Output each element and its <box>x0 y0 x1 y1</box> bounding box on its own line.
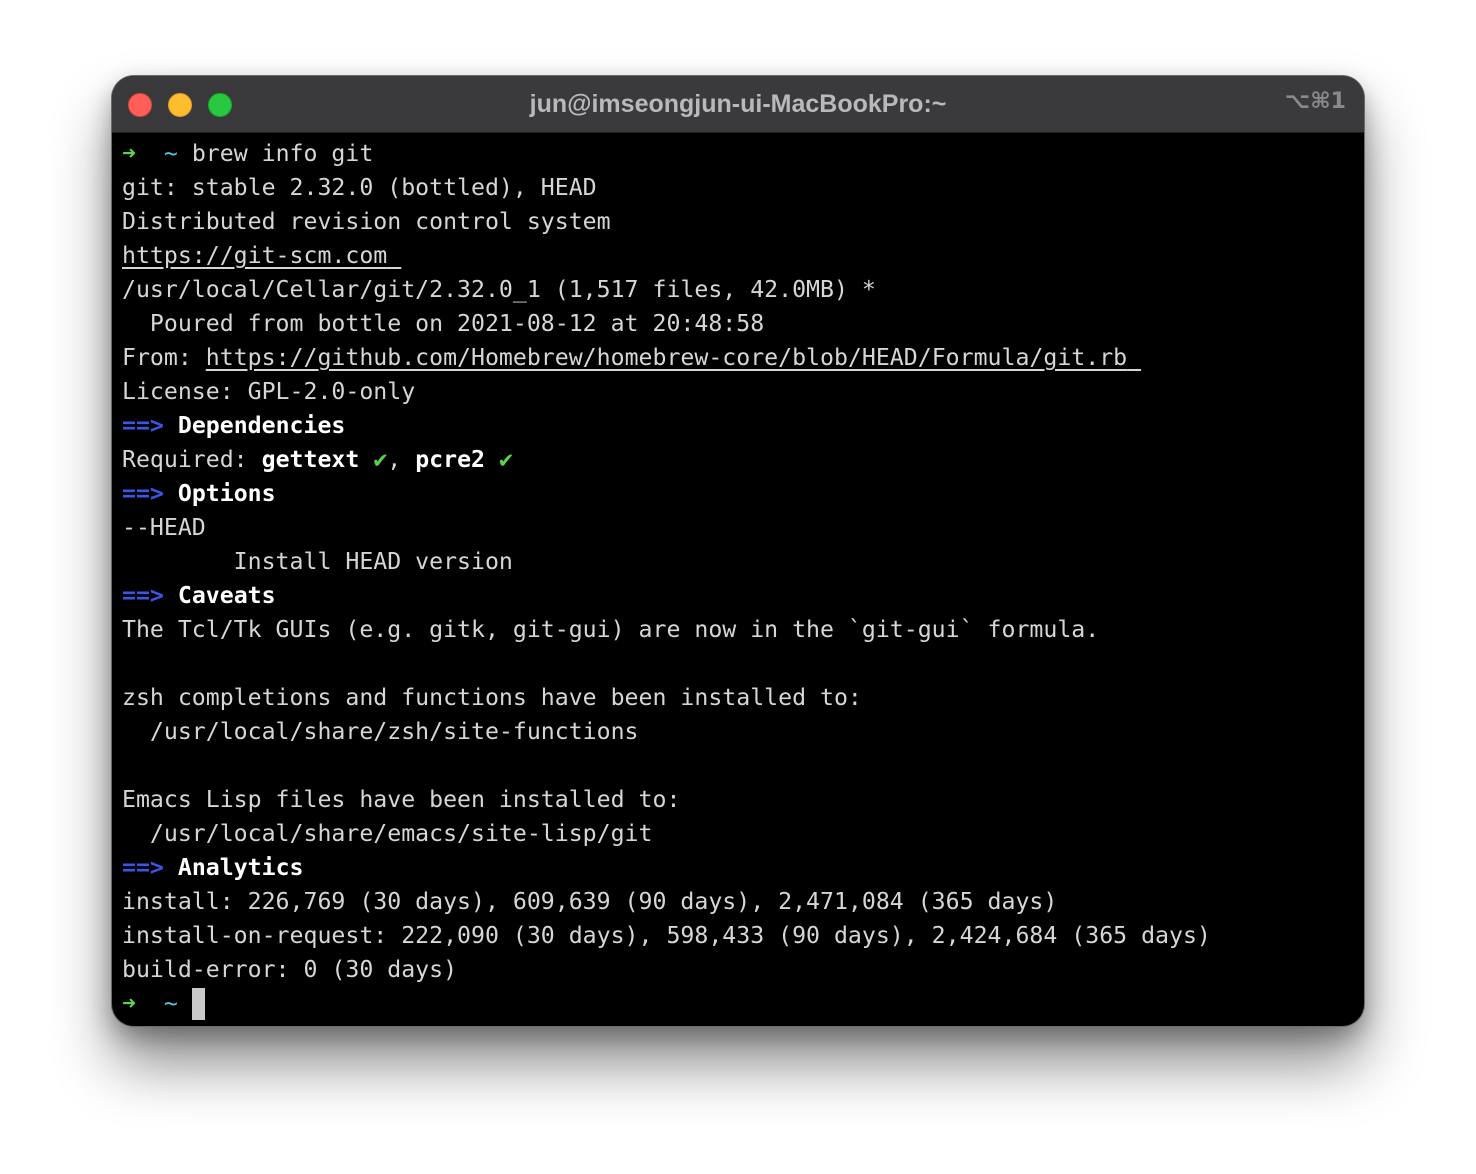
from-label: From: <box>122 344 206 371</box>
section-header: ==> Options <box>122 477 1354 511</box>
check-icon: ✔ <box>373 446 388 473</box>
prompt-directory: ~ <box>163 140 178 167</box>
output-line: install-on-request: 222,090 (30 days), 5… <box>122 922 1211 949</box>
output-line: Required: gettext ✔, pcre2 ✔ <box>122 443 1354 477</box>
output-line: zsh completions and functions have been … <box>122 684 862 711</box>
section-arrow-icon: ==> <box>122 480 164 507</box>
dependencies-header: Dependencies <box>177 412 346 439</box>
section-arrow-icon: ==> <box>122 582 164 609</box>
caveats-header: Caveats <box>177 582 276 609</box>
prompt-arrow-icon: ➜ <box>122 140 136 167</box>
output-line: install: 226,769 (30 days), 609,639 (90 … <box>122 888 1058 915</box>
section-arrow-icon: ==> <box>122 854 164 881</box>
output-line: Emacs Lisp files have been installed to: <box>122 786 681 813</box>
prompt-directory: ~ <box>163 990 178 1017</box>
section-header: ==> Dependencies <box>122 409 1354 443</box>
homepage-link[interactable]: https://git-scm.com <box>122 242 387 269</box>
prompt-arrow-icon: ➜ <box>122 990 136 1017</box>
dependency-gettext: gettext <box>261 446 360 473</box>
window-title: jun@imseongjun-ui-MacBookPro:~ <box>529 90 947 118</box>
output-line: From: https://github.com/Homebrew/homebr… <box>122 341 1354 375</box>
section-arrow-icon: ==> <box>122 412 164 439</box>
terminal-output[interactable]: ➜ ~ brew info git git: stable 2.32.0 (bot… <box>122 137 1354 1026</box>
title-bar[interactable]: jun@imseongjun-ui-MacBookPro:~ ⌥⌘1 <box>112 76 1364 133</box>
output-line: License: GPL-2.0-only <box>122 378 416 405</box>
formula-source-link[interactable]: https://github.com/Homebrew/homebrew-cor… <box>206 344 1127 371</box>
dependency-pcre2: pcre2 <box>415 446 486 473</box>
output-line: Distributed revision control system <box>122 208 611 235</box>
output-line: /usr/local/share/emacs/site-lisp/git <box>122 820 653 847</box>
output-line: git: stable 2.32.0 (bottled), HEAD <box>122 174 597 201</box>
output-line: Install HEAD version <box>122 548 513 575</box>
dependency-separator: , <box>387 446 416 473</box>
section-header: ==> Analytics <box>122 851 1354 885</box>
terminal-window[interactable]: jun@imseongjun-ui-MacBookPro:~ ⌥⌘1 ➜ ~ b… <box>112 76 1364 1026</box>
output-line: --HEAD <box>122 514 206 541</box>
output-line: Poured from bottle on 2021-08-12 at 20:4… <box>122 310 765 337</box>
prompt-line[interactable]: ➜ ~ <box>122 987 1354 1021</box>
tab-shortcut-label: ⌥⌘1 <box>1284 89 1346 114</box>
output-line: build-error: 0 (30 days) <box>122 956 458 983</box>
output-line: https://git-scm.com <box>122 239 1354 273</box>
output-line: The Tcl/Tk GUIs (e.g. gitk, git-gui) are… <box>122 616 1100 643</box>
check-icon: ✔ <box>498 446 513 473</box>
required-label: Required: <box>122 446 262 473</box>
section-header: ==> Caveats <box>122 579 1354 613</box>
analytics-header: Analytics <box>177 854 304 881</box>
text-cursor[interactable] <box>191 988 205 1020</box>
options-header: Options <box>177 480 276 507</box>
command-text: brew info git <box>191 140 374 167</box>
output-line: /usr/local/Cellar/git/2.32.0_1 (1,517 fi… <box>122 276 876 303</box>
prompt-line: ➜ ~ brew info git <box>122 137 1354 171</box>
output-line: /usr/local/share/zsh/site-functions <box>122 718 639 745</box>
